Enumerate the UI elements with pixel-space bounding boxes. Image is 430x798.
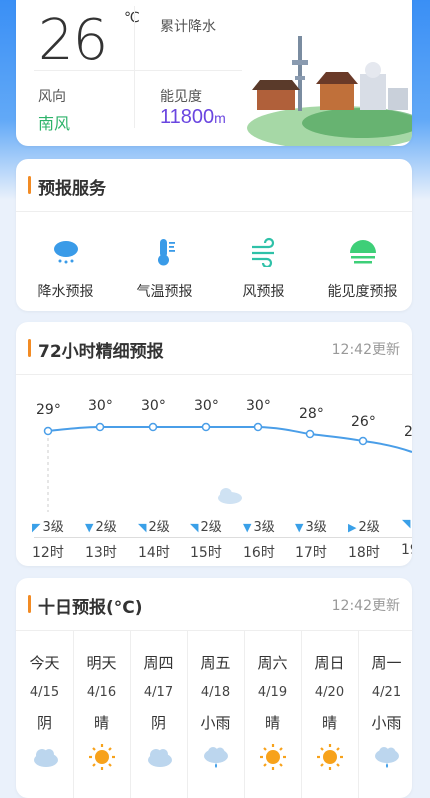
- day-condition: 小雨: [371, 714, 402, 732]
- light-rain-icon: [374, 747, 399, 768]
- sun-icon: [316, 744, 343, 770]
- hour-wind: ◤ 3级: [32, 520, 64, 535]
- current-weather-card: 26 ℃ 累计降水 风向 南风 能见度 11800m: [16, 0, 412, 146]
- day-condition: 阴: [36, 714, 52, 732]
- hour-label: 12时: [32, 545, 64, 561]
- divider: [34, 70, 242, 71]
- day-name: 周五: [200, 654, 231, 672]
- visibility-value: 11800m: [160, 106, 226, 128]
- service-label: 能见度预报: [327, 284, 398, 300]
- service-label: 降水预报: [37, 284, 94, 300]
- day-column[interactable]: 今天 4/15 阴: [16, 630, 74, 798]
- day-date: 4/18: [200, 685, 231, 700]
- day-condition: 晴: [93, 714, 109, 732]
- hour-wind: ◥ 2级: [138, 520, 170, 535]
- wind-direction-label: 风向: [38, 89, 66, 105]
- day-condition: 阴: [150, 714, 166, 732]
- day-name: 明天: [86, 654, 117, 672]
- day-column[interactable]: 周四 4/17 阴: [130, 630, 188, 798]
- visibility-label: 能见度: [160, 89, 202, 105]
- hour-wind: ◥: [402, 517, 411, 530]
- day-column[interactable]: 周六 4/19 晴: [244, 630, 302, 798]
- hour-wind: ◥ 2级: [190, 520, 222, 535]
- ten-day-forecast-card: 十日预报(°C) 12:42更新 今天 4/15 阴 明天 4/16 晴 周四 …: [16, 578, 412, 798]
- wind-direction-value: 南风: [38, 114, 71, 133]
- day-date: 4/20: [314, 685, 345, 700]
- day-date: 4/19: [257, 685, 288, 700]
- day-name: 今天: [29, 654, 60, 672]
- current-temperature: 26: [38, 8, 108, 73]
- day-name: 周日: [314, 654, 345, 672]
- hour-wind: ▼ 2级: [85, 520, 117, 535]
- thermometer-icon: [157, 239, 175, 266]
- day-column[interactable]: 明天 4/16 晴: [73, 630, 131, 798]
- day-column[interactable]: 周一 4/21 小雨: [358, 630, 412, 798]
- service-visibility[interactable]: 能见度预报: [313, 229, 412, 301]
- day-date: 4/17: [143, 685, 174, 700]
- sun-icon: [259, 744, 286, 770]
- temperature-unit: ℃: [124, 10, 140, 26]
- service-temperature[interactable]: 气温预报: [115, 229, 214, 301]
- light-rain-icon: [203, 747, 228, 768]
- day-date: 4/21: [371, 685, 402, 700]
- visibility-icon: [349, 240, 376, 264]
- day-name: 周四: [143, 654, 174, 672]
- sun-icon: [88, 744, 115, 770]
- hour-wind: ▶ 2级: [348, 520, 380, 535]
- day-column[interactable]: 周日 4/20 晴: [301, 630, 359, 798]
- day-date: 4/15: [29, 685, 60, 700]
- hour-label: 16时: [243, 545, 275, 561]
- rain-cloud-icon: [53, 241, 78, 264]
- section-accent-bar: [28, 595, 31, 613]
- service-label: 气温预报: [136, 284, 193, 300]
- precip-label: 累计降水: [160, 19, 216, 35]
- forecast-services-card: 预报服务 降水预报 气温预报 风预报 能见度预报: [16, 159, 412, 311]
- divider: [134, 6, 135, 128]
- section-accent-bar: [28, 176, 31, 194]
- hour-axis: [34, 537, 412, 538]
- hour-wind: ▼ 3级: [295, 520, 327, 535]
- section-title: 十日预报(°C): [38, 598, 143, 618]
- update-time: 12:42更新: [331, 598, 400, 614]
- hour-label: 17时: [295, 545, 327, 561]
- day-condition: 晴: [321, 714, 337, 732]
- section-title: 预报服务: [38, 179, 106, 199]
- hour-wind: ▼ 3级: [243, 520, 275, 535]
- service-wind[interactable]: 风预报: [214, 229, 313, 301]
- hour-label: 13时: [85, 545, 117, 561]
- wind-icon: [251, 237, 274, 269]
- day-name: 周一: [371, 654, 402, 672]
- day-column[interactable]: 周五 4/18 小雨: [187, 630, 245, 798]
- service-label: 风预报: [242, 284, 285, 300]
- cloudy-icon: [147, 749, 172, 767]
- hour-label: 19: [401, 542, 412, 558]
- cloudy-icon: [33, 749, 58, 767]
- hourly-forecast-card: 72小时精细预报 12:42更新 29° 30° 30° 30° 30° 28°…: [16, 322, 412, 566]
- day-date: 4/16: [86, 685, 117, 700]
- hour-label: 18时: [348, 545, 380, 561]
- section-header: 十日预报(°C) 12:42更新: [16, 578, 412, 631]
- day-name: 周六: [257, 654, 288, 672]
- day-condition: 小雨: [200, 714, 231, 732]
- city-skyline-image: [247, 36, 412, 146]
- hour-label: 15时: [190, 545, 222, 561]
- hour-label: 14时: [138, 545, 170, 561]
- service-precipitation[interactable]: 降水预报: [16, 229, 115, 301]
- day-condition: 晴: [264, 714, 280, 732]
- section-header: 预报服务: [16, 159, 412, 212]
